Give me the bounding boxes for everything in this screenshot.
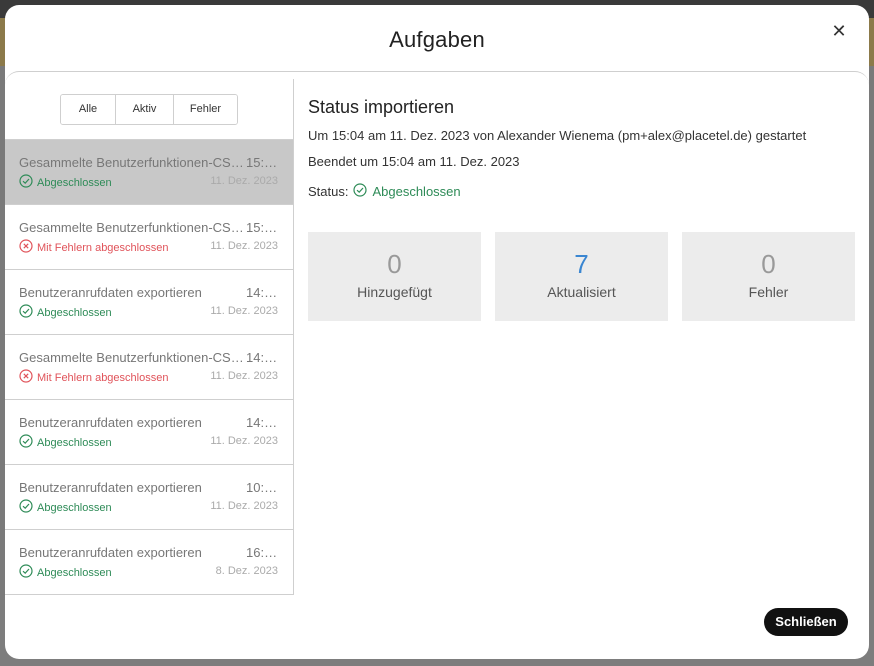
task-name: Benutzeranrufdaten exportieren	[19, 480, 202, 495]
check-circle-icon	[19, 499, 33, 516]
detail-title: Status importieren	[308, 97, 455, 117]
stat-errors-value: 0	[761, 249, 776, 279]
task-time: 16:42	[246, 545, 278, 560]
task-row[interactable]: Benutzeranrufdaten exportieren 10:30 Abges…	[5, 465, 293, 530]
task-status-label: Abgeschlossen	[37, 436, 112, 449]
task-list: Gesammelte Benutzerfunktionen-CSV-Import…	[5, 139, 293, 595]
task-time: 14:57	[246, 285, 278, 300]
check-circle-icon	[19, 434, 33, 451]
task-status-label: Abgeschlossen	[37, 501, 112, 514]
task-details: Status importieren Um 15:04 am 11. Dez. …	[308, 97, 858, 205]
close-button[interactable]: Schließen	[764, 608, 848, 636]
task-status-label: Abgeschlossen	[37, 566, 112, 579]
stats-row: 0 Hinzugefügt 7 Aktualisiert 0 Fehler	[308, 232, 855, 321]
stat-added: 0 Hinzugefügt	[308, 232, 481, 321]
modal-header: Aufgaben ✕	[5, 5, 869, 75]
task-status: Mit Fehlern abgeschlossen	[19, 239, 168, 256]
filter-error-button[interactable]: Fehler	[173, 95, 237, 124]
tasks-modal: Aufgaben ✕ Alle Aktiv Fehler Gesammelte …	[5, 5, 869, 659]
filter-active-button[interactable]: Aktiv	[115, 95, 173, 124]
stat-updated: 7 Aktualisiert	[495, 232, 668, 321]
detail-status-label: Status:	[308, 184, 349, 199]
task-date: 11. Dez. 2023	[210, 240, 278, 252]
task-date: 11. Dez. 2023	[210, 370, 278, 382]
task-list-panel: Alle Aktiv Fehler Gesammelte Benutzerfun…	[5, 79, 294, 595]
stat-added-value: 0	[387, 249, 402, 279]
task-row[interactable]: Benutzeranrufdaten exportieren 14:57 Abges…	[5, 270, 293, 335]
stat-errors: 0 Fehler	[682, 232, 855, 321]
task-date: 8. Dez. 2023	[215, 565, 278, 577]
task-status-label: Abgeschlossen	[37, 176, 112, 189]
task-status: Abgeschlossen	[19, 174, 112, 191]
task-time: 15:02	[246, 220, 278, 235]
task-name: Benutzeranrufdaten exportieren	[19, 545, 202, 560]
stat-added-label: Hinzugefügt	[357, 284, 432, 300]
detail-finished: Beendet um 15:04 am 11. Dez. 2023	[308, 154, 520, 169]
task-status-label: Abgeschlossen	[37, 306, 112, 319]
close-icon[interactable]: ✕	[827, 19, 851, 43]
detail-status-value: Abgeschlossen	[372, 184, 461, 199]
task-row[interactable]: Gesammelte Benutzerfunktionen-CSV-Import…	[5, 140, 293, 205]
task-time: 14:50	[246, 350, 278, 365]
stat-errors-label: Fehler	[748, 284, 789, 300]
task-date: 11. Dez. 2023	[210, 305, 278, 317]
task-name: Gesammelte Benutzerfunktionen-CSV-Import	[19, 350, 247, 365]
x-circle-icon	[19, 369, 33, 386]
stat-updated-value: 7	[574, 249, 589, 279]
task-date: 11. Dez. 2023	[210, 500, 278, 512]
task-row[interactable]: Gesammelte Benutzerfunktionen-CSV-Import…	[5, 205, 293, 270]
task-row[interactable]: Gesammelte Benutzerfunktionen-CSV-Import…	[5, 335, 293, 400]
stat-updated-label: Aktualisiert	[547, 284, 616, 300]
task-time: 14:35	[246, 415, 278, 430]
task-status: Mit Fehlern abgeschlossen	[19, 369, 168, 386]
task-row[interactable]: Benutzeranrufdaten exportieren 14:35 Abges…	[5, 400, 293, 465]
task-status-label: Mit Fehlern abgeschlossen	[37, 241, 169, 254]
task-date: 11. Dez. 2023	[210, 435, 278, 447]
task-status: Abgeschlossen	[19, 434, 112, 451]
filter-group: Alle Aktiv Fehler	[60, 94, 238, 125]
x-circle-icon	[19, 239, 33, 256]
task-name: Gesammelte Benutzerfunktionen-CSV-Import	[19, 155, 247, 170]
task-status: Abgeschlossen	[19, 564, 112, 581]
check-circle-icon	[19, 564, 33, 581]
task-name: Benutzeranrufdaten exportieren	[19, 415, 202, 430]
check-circle-icon	[19, 174, 33, 191]
task-row[interactable]: Benutzeranrufdaten exportieren 16:42 Abges…	[5, 530, 293, 595]
task-status-label: Mit Fehlern abgeschlossen	[37, 371, 169, 384]
task-name: Benutzeranrufdaten exportieren	[19, 285, 202, 300]
check-circle-icon	[19, 304, 33, 321]
filter-all-button[interactable]: Alle	[61, 95, 115, 124]
modal-title: Aufgaben	[389, 27, 485, 52]
task-name: Gesammelte Benutzerfunktionen-CSV-Import	[19, 220, 247, 235]
task-time: 15:04	[246, 155, 278, 170]
task-status: Abgeschlossen	[19, 304, 112, 321]
detail-status: Status: Abgeschlossen	[308, 179, 858, 205]
task-status: Abgeschlossen	[19, 499, 112, 516]
task-time: 10:30	[246, 480, 278, 495]
task-date: 11. Dez. 2023	[210, 175, 278, 187]
check-circle-icon	[353, 182, 368, 202]
detail-started: Um 15:04 am 11. Dez. 2023 von Alexander …	[308, 128, 807, 143]
